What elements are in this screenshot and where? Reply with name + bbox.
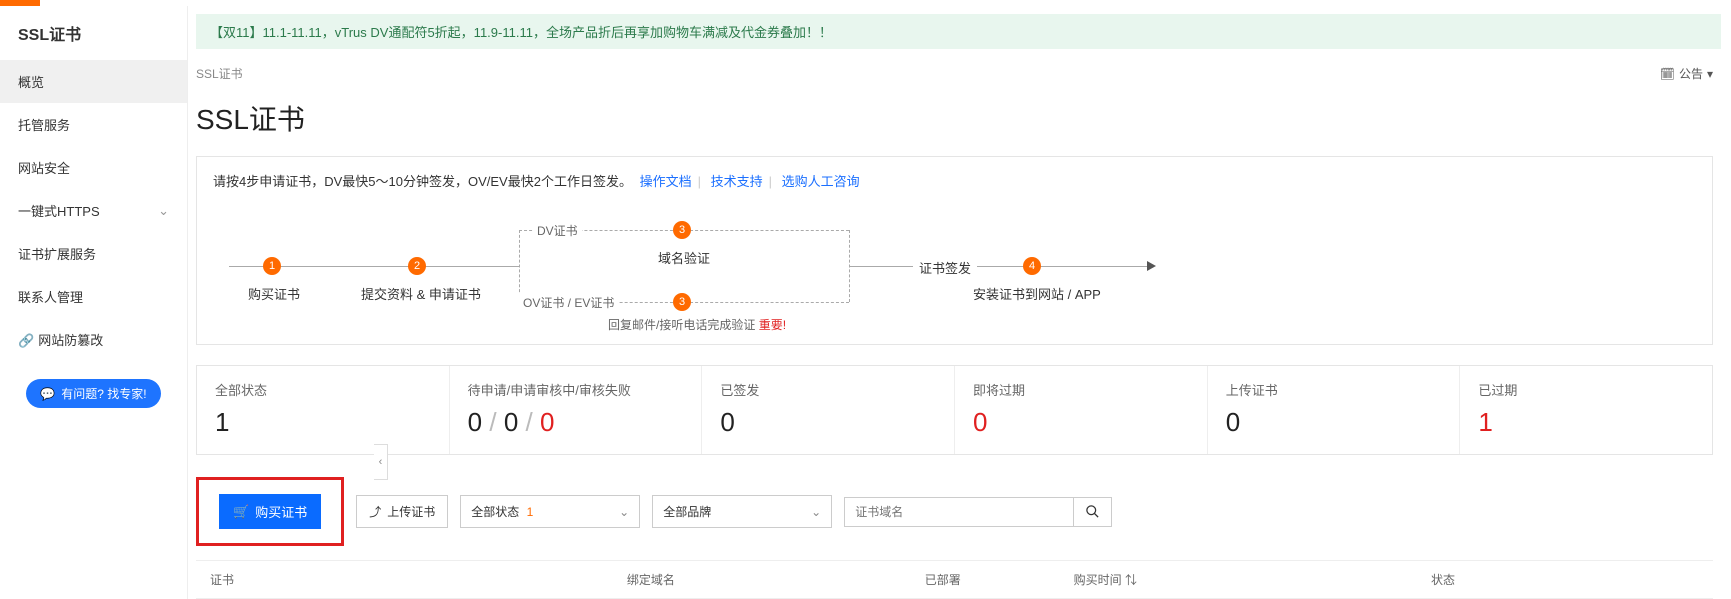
stat-value: 0 [720, 407, 936, 438]
sidebar-item-label: 证书扩展服务 [18, 247, 96, 262]
help-expert-label: 有问题? 找专家! [61, 385, 146, 402]
stat-cell-1[interactable]: 待申请/申请审核中/审核失败 0 / 0 / 0 [450, 366, 703, 454]
stat-cell-5[interactable]: 已过期 1 [1460, 366, 1712, 454]
steps-diagram: 1 购买证书 2 提交资料 & 申请证书 DV证书 OV证书 / EV证书 3 … [213, 206, 1696, 326]
sidebar-item-6[interactable]: 🔗 网站防篡改 [0, 318, 187, 361]
buy-highlight-box: 🛒 购买证书 [196, 477, 344, 546]
ov-label: OV证书 / EV证书 [519, 294, 618, 311]
table-head-1[interactable]: 绑定域名 [627, 571, 925, 588]
step-4-label: 安装证书到网站 / APP [973, 284, 1101, 303]
steps-hint: 请按4步申请证书，DV最快5～10分钟签发，OV/EV最快2个工作日签发。 操作… [213, 171, 1696, 190]
table-head-2[interactable]: 已部署 [925, 571, 1074, 588]
stat-label: 已签发 [720, 380, 936, 399]
step-badge-2: 2 [408, 257, 426, 275]
sidebar-collapse-button[interactable]: ‹ [374, 444, 388, 480]
chevron-down-icon: ▾ [1707, 67, 1713, 81]
step-badge-4: 4 [1023, 257, 1041, 275]
stat-cell-0[interactable]: 全部状态 1 [197, 366, 450, 454]
sidebar-item-label: 托管服务 [18, 118, 70, 133]
sort-icon: ⇅ [1122, 573, 1137, 587]
reply-label: 回复邮件/接听电话完成验证 重要! [608, 316, 786, 333]
stat-value: 0 [1226, 407, 1442, 438]
link-support[interactable]: 技术支持 [711, 174, 763, 189]
table-head-4[interactable]: 状态 [1431, 571, 1699, 588]
step-badge-1: 1 [263, 257, 281, 275]
sidebar-item-label: 联系人管理 [18, 290, 83, 305]
stat-label: 已过期 [1478, 380, 1694, 399]
stat-label: 即将过期 [973, 380, 1189, 399]
sidebar-item-3[interactable]: 一键式HTTPS ⌄ [0, 189, 187, 232]
sidebar-item-label: 概览 [18, 75, 44, 90]
sidebar-item-2[interactable]: 网站安全 [0, 146, 187, 189]
sidebar-item-label: 网站防篡改 [38, 333, 103, 348]
step-badge-3a: 3 [673, 221, 691, 239]
sign-label: 证书签发 [913, 258, 977, 277]
upload-icon: ⤴ [369, 503, 381, 520]
steps-box: 请按4步申请证书，DV最快5～10分钟签发，OV/EV最快2个工作日签发。 操作… [196, 156, 1713, 345]
link-consult[interactable]: 选购人工咨询 [782, 174, 860, 189]
help-expert-button[interactable]: 💬 有问题? 找专家! [26, 379, 160, 408]
cert-table: 证书绑定域名已部署购买时间 ⇅状态 [196, 560, 1713, 599]
filter-brand-select[interactable]: 全部品牌 ⌄ [652, 495, 832, 528]
upload-cert-button[interactable]: ⤴ 上传证书 [356, 495, 448, 528]
sidebar-item-label: 一键式HTTPS [18, 204, 100, 219]
sidebar-item-4[interactable]: 证书扩展服务 [0, 232, 187, 275]
dv-label: DV证书 [533, 222, 582, 239]
chevron-down-icon: ⌄ [811, 505, 821, 519]
sidebar-item-0[interactable]: 概览 [0, 60, 187, 103]
stat-cell-4[interactable]: 上传证书 0 [1208, 366, 1461, 454]
stats-row: 全部状态1待申请/申请审核中/审核失败0 / 0 / 0已签发0即将过期0上传证… [196, 365, 1713, 455]
chat-icon: 💬 [40, 387, 55, 401]
page-title: SSL证书 [196, 98, 1721, 138]
search-icon [1085, 504, 1100, 519]
stat-label: 待申请/申请审核中/审核失败 [468, 380, 684, 399]
table-head-0[interactable]: 证书 [210, 571, 627, 588]
stat-cell-3[interactable]: 即将过期 0 [955, 366, 1208, 454]
sidebar-item-label: 网站安全 [18, 161, 70, 176]
stat-value: 1 [215, 407, 431, 438]
sidebar-item-1[interactable]: 托管服务 [0, 103, 187, 146]
stat-value: 0 [973, 407, 1189, 438]
notice-dropdown[interactable]: 🗓 公告 ▾ [1660, 65, 1713, 82]
step-3-label: 域名验证 [658, 248, 710, 267]
stat-value: 0 / 0 / 0 [468, 407, 684, 438]
search-button[interactable] [1074, 497, 1112, 527]
stat-value: 1 [1478, 407, 1694, 438]
buy-cert-button[interactable]: 🛒 购买证书 [219, 494, 321, 529]
stat-label: 上传证书 [1226, 380, 1442, 399]
link-docs[interactable]: 操作文档 [640, 174, 692, 189]
step-badge-3b: 3 [673, 293, 691, 311]
stat-label: 全部状态 [215, 380, 431, 399]
search-domain-input[interactable] [844, 497, 1074, 527]
sidebar: SSL证书 概览托管服务网站安全一键式HTTPS ⌄ 证书扩展服务联系人管理 🔗 网站防… [0, 6, 188, 599]
notice-icon: 🗓 [1660, 67, 1675, 81]
toolbar: 🛒 购买证书 ⤴ 上传证书 全部状态 1 ⌄ 全部品牌 ⌄ [196, 477, 1713, 546]
cart-icon: 🛒 [233, 504, 249, 520]
breadcrumb: SSL证书 [196, 65, 243, 82]
step-2-label: 提交资料 & 申请证书 [361, 284, 481, 303]
sidebar-item-5[interactable]: 联系人管理 [0, 275, 187, 318]
stat-cell-2[interactable]: 已签发 0 [702, 366, 955, 454]
chevron-down-icon: ⌄ [158, 203, 169, 219]
chevron-down-icon: ⌄ [619, 505, 629, 519]
sidebar-title: SSL证书 [0, 6, 187, 60]
main-content: ‹ 【双11】11.1-11.11，vTrus DV通配符5折起，11.9-11… [188, 6, 1731, 599]
filter-status-select[interactable]: 全部状态 1 ⌄ [460, 495, 640, 528]
link-icon: 🔗 [18, 333, 34, 348]
table-head-3[interactable]: 购买时间 ⇅ [1074, 571, 1431, 588]
promo-banner[interactable]: 【双11】11.1-11.11，vTrus DV通配符5折起，11.9-11.1… [196, 14, 1721, 49]
step-1-label: 购买证书 [248, 284, 300, 303]
